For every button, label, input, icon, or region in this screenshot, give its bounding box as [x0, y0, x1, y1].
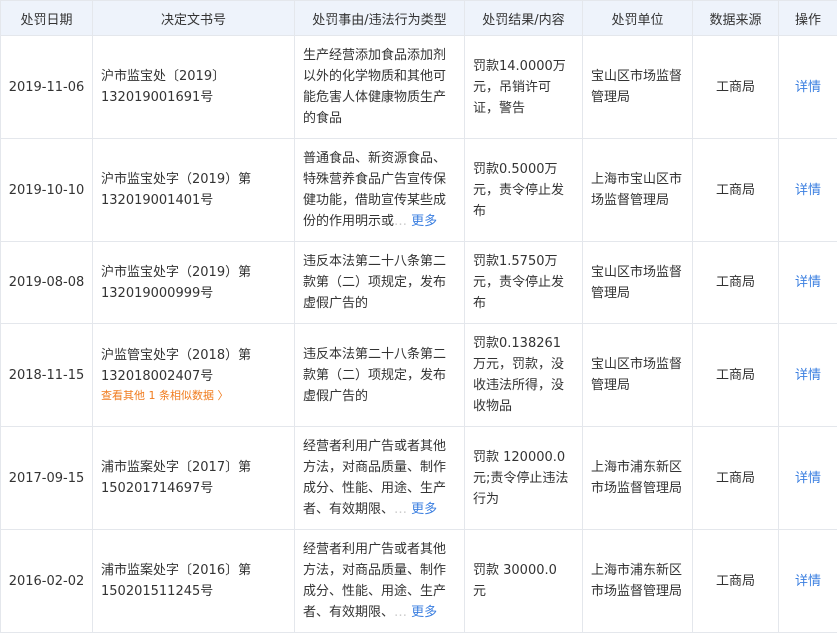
detail-link[interactable]: 详情 [795, 471, 821, 486]
header-date: 处罚日期 [0, 0, 93, 36]
cell-doc-no: 沪监管宝处字（2018）第132018002407号查看其他 1 条相似数据 〉 [92, 323, 295, 427]
header-doc-no: 决定文书号 [92, 0, 295, 36]
cell-reason: 经营者利用广告或者其他方法，对商品质量、制作成分、性能、用途、生产者、有效期限、… [294, 426, 465, 530]
table-header: 处罚日期 决定文书号 处罚事由/违法行为类型 处罚结果/内容 处罚单位 数据来源… [0, 0, 837, 36]
cell-doc-no: 沪市监宝处字（2019）第132019001401号 [92, 138, 295, 242]
header-action: 操作 [778, 0, 837, 36]
cell-date: 2019-10-10 [0, 138, 93, 242]
header-reason: 处罚事由/违法行为类型 [294, 0, 465, 36]
cell-result: 罚款14.0000万元，吊销许可证，警告 [464, 35, 583, 139]
reason-ellipsis: … [394, 605, 408, 620]
cell-unit: 宝山区市场监督管理局 [582, 35, 693, 139]
reason-ellipsis: … [394, 502, 408, 517]
more-link[interactable]: 更多 [411, 605, 437, 620]
cell-unit: 宝山区市场监督管理局 [582, 241, 693, 324]
cell-source: 工商局 [692, 241, 779, 324]
cell-reason: 违反本法第二十八条第二款第（二）项规定，发布虚假广告的 [294, 241, 465, 324]
cell-result: 罚款0.138261万元，罚款，没收违法所得，没收物品 [464, 323, 583, 427]
cell-action: 详情 [778, 529, 837, 633]
cell-reason: 生产经营添加食品添加剂以外的化学物质和其他可能危害人体健康物质生产的食品 [294, 35, 465, 139]
table-row: 2019-11-06 沪市监宝处〔2019〕132019001691号 生产经营… [0, 35, 837, 139]
similar-data-link[interactable]: 查看其他 1 条相似数据 〉 [101, 387, 286, 405]
cell-unit: 宝山区市场监督管理局 [582, 323, 693, 427]
header-result: 处罚结果/内容 [464, 0, 583, 36]
cell-result: 罚款 30000.0 元 [464, 529, 583, 633]
detail-link[interactable]: 详情 [795, 80, 821, 95]
detail-link[interactable]: 详情 [795, 368, 821, 383]
detail-link[interactable]: 详情 [795, 275, 821, 290]
cell-doc-no: 浦市监案处字〔2017〕第150201714697号 [92, 426, 295, 530]
cell-date: 2016-02-02 [0, 529, 93, 633]
cell-action: 详情 [778, 241, 837, 324]
table-row: 2019-10-10 沪市监宝处字（2019）第132019001401号 普通… [0, 138, 837, 242]
cell-reason: 违反本法第二十八条第二款第（二）项规定，发布虚假广告的 [294, 323, 465, 427]
table-row: 2016-02-02 浦市监案处字〔2016〕第150201511245号 经营… [0, 529, 837, 633]
cell-source: 工商局 [692, 35, 779, 139]
cell-date: 2017-09-15 [0, 426, 93, 530]
cell-reason: 经营者利用广告或者其他方法，对商品质量、制作成分、性能、用途、生产者、有效期限、… [294, 529, 465, 633]
table-row: 2017-09-15 浦市监案处字〔2017〕第150201714697号 经营… [0, 426, 837, 530]
cell-reason: 普通食品、新资源食品、特殊营养食品广告宣传保健功能，借助宣传某些成份的作用明示或… [294, 138, 465, 242]
cell-source: 工商局 [692, 426, 779, 530]
cell-unit: 上海市浦东新区市场监督管理局 [582, 529, 693, 633]
table-row: 2018-11-15 沪监管宝处字（2018）第132018002407号查看其… [0, 323, 837, 427]
detail-link[interactable]: 详情 [795, 183, 821, 198]
cell-date: 2019-11-06 [0, 35, 93, 139]
more-link[interactable]: 更多 [411, 214, 437, 229]
cell-result: 罚款1.5750万元，责令停止发布 [464, 241, 583, 324]
reason-ellipsis: … [394, 214, 408, 229]
cell-doc-no: 浦市监案处字〔2016〕第150201511245号 [92, 529, 295, 633]
penalty-table: 处罚日期 决定文书号 处罚事由/违法行为类型 处罚结果/内容 处罚单位 数据来源… [0, 0, 837, 633]
more-link[interactable]: 更多 [411, 502, 437, 517]
cell-unit: 上海市浦东新区市场监督管理局 [582, 426, 693, 530]
table-row: 2019-08-08 沪市监宝处字（2019）第132019000999号 违反… [0, 241, 837, 324]
doc-no-text: 沪监管宝处字（2018）第132018002407号 [101, 348, 252, 384]
cell-source: 工商局 [692, 323, 779, 427]
cell-unit: 上海市宝山区市场监督管理局 [582, 138, 693, 242]
cell-action: 详情 [778, 323, 837, 427]
cell-date: 2019-08-08 [0, 241, 93, 324]
header-source: 数据来源 [692, 0, 779, 36]
header-unit: 处罚单位 [582, 0, 693, 36]
cell-doc-no: 沪市监宝处〔2019〕132019001691号 [92, 35, 295, 139]
cell-result: 罚款 120000.0元;责令停止违法行为 [464, 426, 583, 530]
cell-action: 详情 [778, 35, 837, 139]
cell-source: 工商局 [692, 138, 779, 242]
cell-result: 罚款0.5000万元，责令停止发布 [464, 138, 583, 242]
cell-action: 详情 [778, 426, 837, 530]
cell-doc-no: 沪市监宝处字（2019）第132019000999号 [92, 241, 295, 324]
detail-link[interactable]: 详情 [795, 574, 821, 589]
cell-action: 详情 [778, 138, 837, 242]
cell-source: 工商局 [692, 529, 779, 633]
cell-date: 2018-11-15 [0, 323, 93, 427]
